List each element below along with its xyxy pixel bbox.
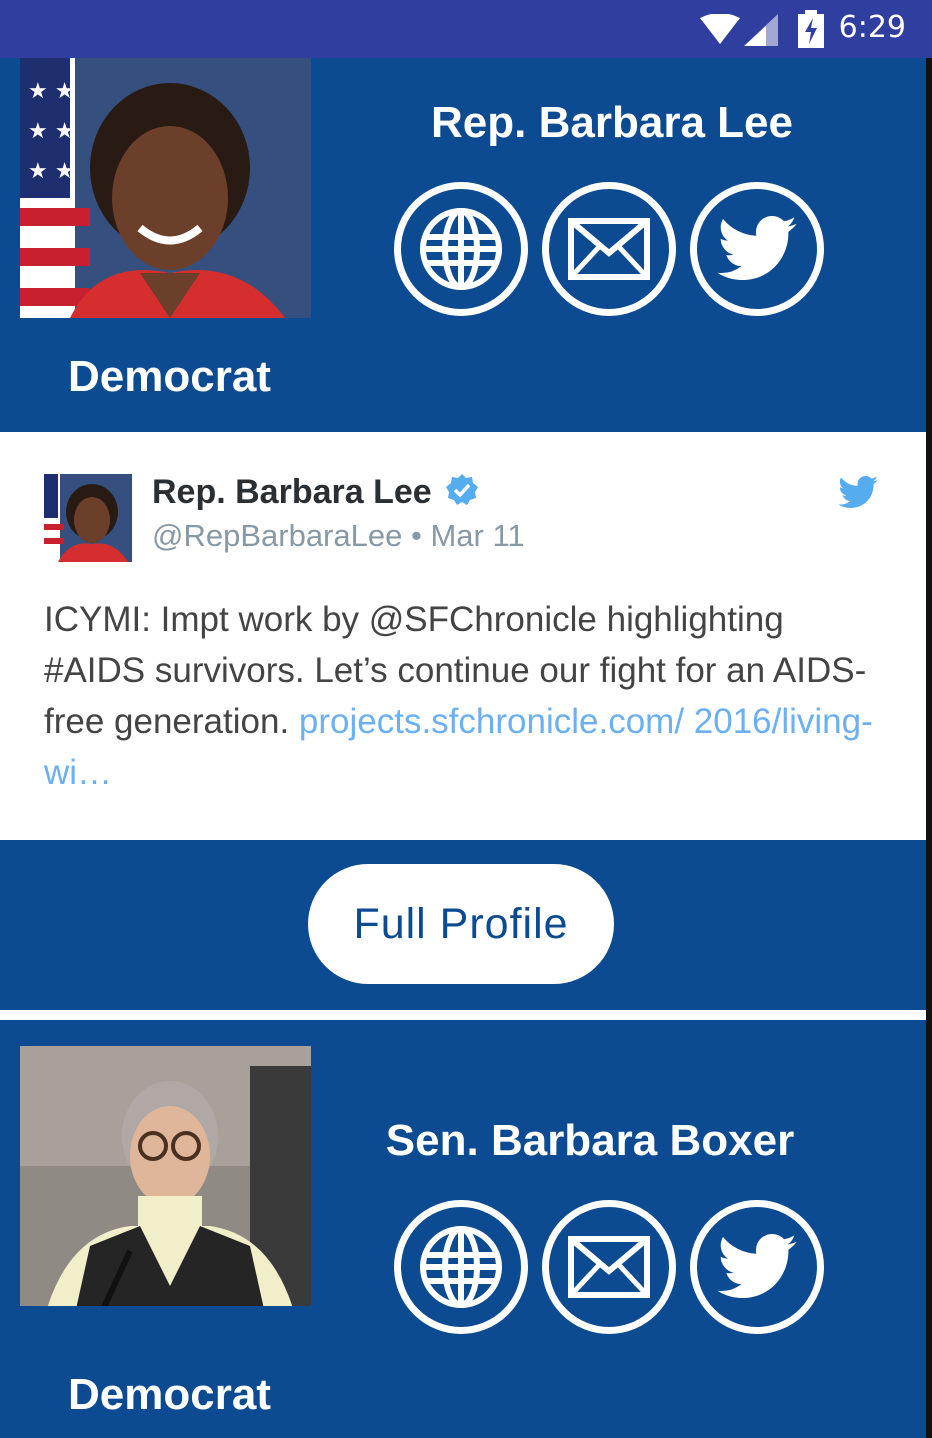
mail-icon <box>568 1236 650 1298</box>
rep-party: Democrat <box>68 1370 271 1419</box>
tweet-handle[interactable]: @RepBarbaraLee <box>152 518 402 553</box>
twitter-button[interactable] <box>690 1200 824 1334</box>
email-button[interactable] <box>542 1200 676 1334</box>
globe-icon <box>420 1226 502 1308</box>
twitter-icon <box>717 216 797 281</box>
email-button[interactable] <box>542 182 676 316</box>
tweet-author: Rep. Barbara Lee <box>152 473 432 511</box>
rep-name: Rep. Barbara Lee <box>431 98 793 147</box>
svg-text:★ ★: ★ ★ <box>28 79 74 104</box>
signal-icon <box>744 14 778 46</box>
mail-icon <box>568 218 650 280</box>
rep-photo: ★ ★ ★ ★ ★ ★ <box>20 58 311 318</box>
scroll-edge <box>926 58 932 1438</box>
rep-party: Democrat <box>68 352 271 401</box>
verified-badge-icon <box>446 474 479 505</box>
svg-text:★ ★: ★ ★ <box>28 119 74 144</box>
wifi-icon <box>700 14 740 44</box>
globe-icon <box>420 208 502 290</box>
status-bar: 6:29 <box>0 0 932 58</box>
twitter-button[interactable] <box>690 182 824 316</box>
twitter-icon <box>717 1234 797 1299</box>
tweet-separator: • <box>410 518 422 553</box>
tweet-body: ICYMI: Impt work by @SFChronicle highlig… <box>44 594 894 798</box>
status-time: 6:29 <box>838 10 906 45</box>
svg-text:★ ★: ★ ★ <box>28 159 74 184</box>
tweet-date[interactable]: Mar 11 <box>430 518 524 553</box>
website-button[interactable] <box>394 182 528 316</box>
battery-charging-icon <box>798 10 824 48</box>
tweet-author-name[interactable]: Rep. Barbara Lee <box>152 473 479 512</box>
rep-name: Sen. Barbara Boxer <box>385 1116 795 1165</box>
tweet-meta: @RepBarbaraLee • Mar 11 <box>152 518 525 554</box>
twitter-logo-icon[interactable] <box>838 476 878 509</box>
card-divider <box>0 1010 926 1020</box>
website-button[interactable] <box>394 1200 528 1334</box>
full-profile-button[interactable]: Full Profile <box>308 864 614 984</box>
rep-photo <box>20 1046 311 1306</box>
tweet-avatar[interactable] <box>44 474 132 562</box>
